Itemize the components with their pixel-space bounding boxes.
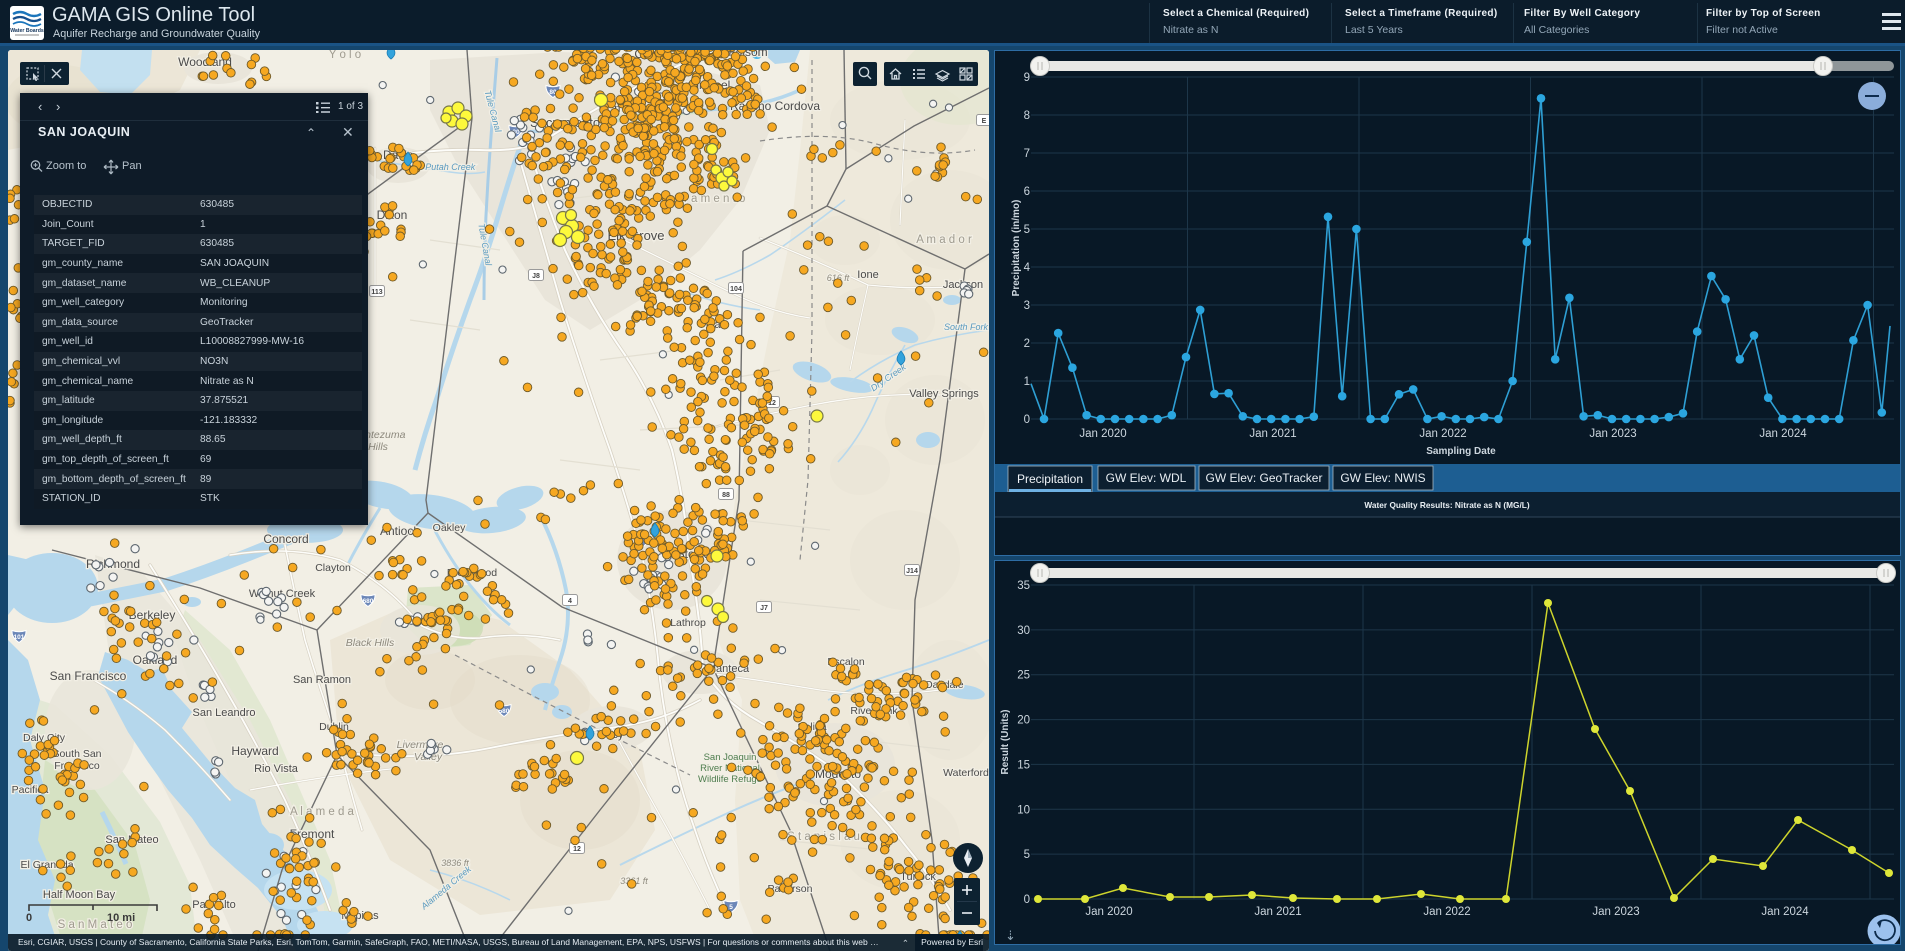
svg-text:J14: J14 [906,568,918,575]
svg-text:4: 4 [1024,262,1031,274]
svg-text:South Fork: South Fork [944,322,989,332]
svg-text:Hayward: Hayward [231,744,278,758]
svg-text:A l a m e d a: A l a m e d a [290,806,355,818]
svg-text:GW Elev: WDL: GW Elev: WDL [1106,471,1187,485]
svg-text:Valley Springs: Valley Springs [909,388,979,400]
svg-text:12: 12 [573,846,581,853]
svg-text:Waterford: Waterford [943,767,989,779]
svg-text:5: 5 [1024,849,1030,861]
svg-text:25: 25 [1017,670,1030,682]
svg-text:GW Elev: GeoTracker: GW Elev: GeoTracker [1206,471,1323,485]
svg-text:Jan 2021: Jan 2021 [1254,906,1301,918]
svg-text:Jan 2022: Jan 2022 [1419,428,1466,440]
svg-text:0: 0 [1024,894,1030,906]
svg-text:Rio Vista: Rio Vista [254,763,299,775]
svg-text:San Francisco: San Francisco [50,669,127,683]
svg-text:Water Quality Results: Nitrate: Water Quality Results: Nitrate as N (MG/… [1364,500,1529,510]
svg-text:Black Hills: Black Hills [346,637,395,649]
svg-text:Jan 2023: Jan 2023 [1589,428,1636,440]
svg-text:Oakley: Oakley [433,522,466,534]
svg-text:Jan 2024: Jan 2024 [1759,428,1807,440]
svg-text:San Joaquin: San Joaquin [704,752,757,763]
svg-text:⇣: ⇣ [1005,928,1016,943]
svg-text:5: 5 [729,904,733,911]
svg-text:Water Boards: Water Boards [10,28,44,34]
svg-text:J8: J8 [532,273,540,280]
svg-text:GW Elev: NWIS: GW Elev: NWIS [1340,471,1425,485]
svg-text:0: 0 [26,912,32,924]
svg-text:Precipitation: Precipitation [1017,472,1083,486]
svg-text:Lathrop: Lathrop [670,617,706,629]
svg-text:0: 0 [1024,414,1030,426]
svg-text:Y o l o: Y o l o [329,50,361,61]
svg-text:104: 104 [730,286,742,293]
svg-text:3: 3 [1024,300,1030,312]
svg-text:5: 5 [1024,224,1030,236]
svg-text:8: 8 [1024,110,1030,122]
svg-text:113: 113 [371,289,382,296]
svg-text:88: 88 [722,492,730,499]
svg-text:S t a n i s l a u s: S t a n i s l a u s [787,831,869,843]
svg-text:20: 20 [1017,715,1030,727]
svg-text:Jan 2021: Jan 2021 [1249,428,1296,440]
svg-text:2: 2 [1024,338,1030,350]
svg-text:Result (Units): Result (Units) [1000,710,1011,775]
svg-text:Jan 2023: Jan 2023 [1592,906,1639,918]
svg-text:Clayton: Clayton [315,562,351,574]
svg-text:Ione: Ione [857,269,878,281]
svg-text:7: 7 [1024,148,1030,160]
svg-text:Jan 2020: Jan 2020 [1085,906,1132,918]
svg-text:10 mi: 10 mi [107,912,135,924]
svg-text:10: 10 [1017,804,1030,816]
svg-text:35: 35 [1017,580,1030,592]
svg-text:Concord: Concord [263,532,308,546]
svg-text:680: 680 [363,598,374,605]
svg-text:Jan 2020: Jan 2020 [1079,428,1126,440]
svg-text:Jan 2024: Jan 2024 [1761,906,1809,918]
svg-text:Precipitation (in/mo): Precipitation (in/mo) [1011,200,1022,297]
svg-text:Hills: Hills [368,441,389,453]
svg-text:Jan 2022: Jan 2022 [1423,906,1470,918]
svg-text:15: 15 [1017,759,1030,771]
svg-text:Sampling Date: Sampling Date [1426,446,1496,457]
svg-text:6: 6 [1024,186,1030,198]
svg-text:A m a d o r: A m a d o r [916,234,972,246]
svg-text:101: 101 [14,634,25,641]
svg-text:J7: J7 [760,605,768,612]
svg-text:1: 1 [1024,376,1030,388]
svg-text:E: E [982,118,987,125]
svg-text:4: 4 [568,598,572,605]
svg-text:South San: South San [52,748,101,760]
svg-text:San Leandro: San Leandro [193,707,256,719]
svg-text:San Ramon: San Ramon [293,674,351,686]
svg-text:30: 30 [1017,625,1030,637]
svg-text:9: 9 [1024,72,1030,84]
